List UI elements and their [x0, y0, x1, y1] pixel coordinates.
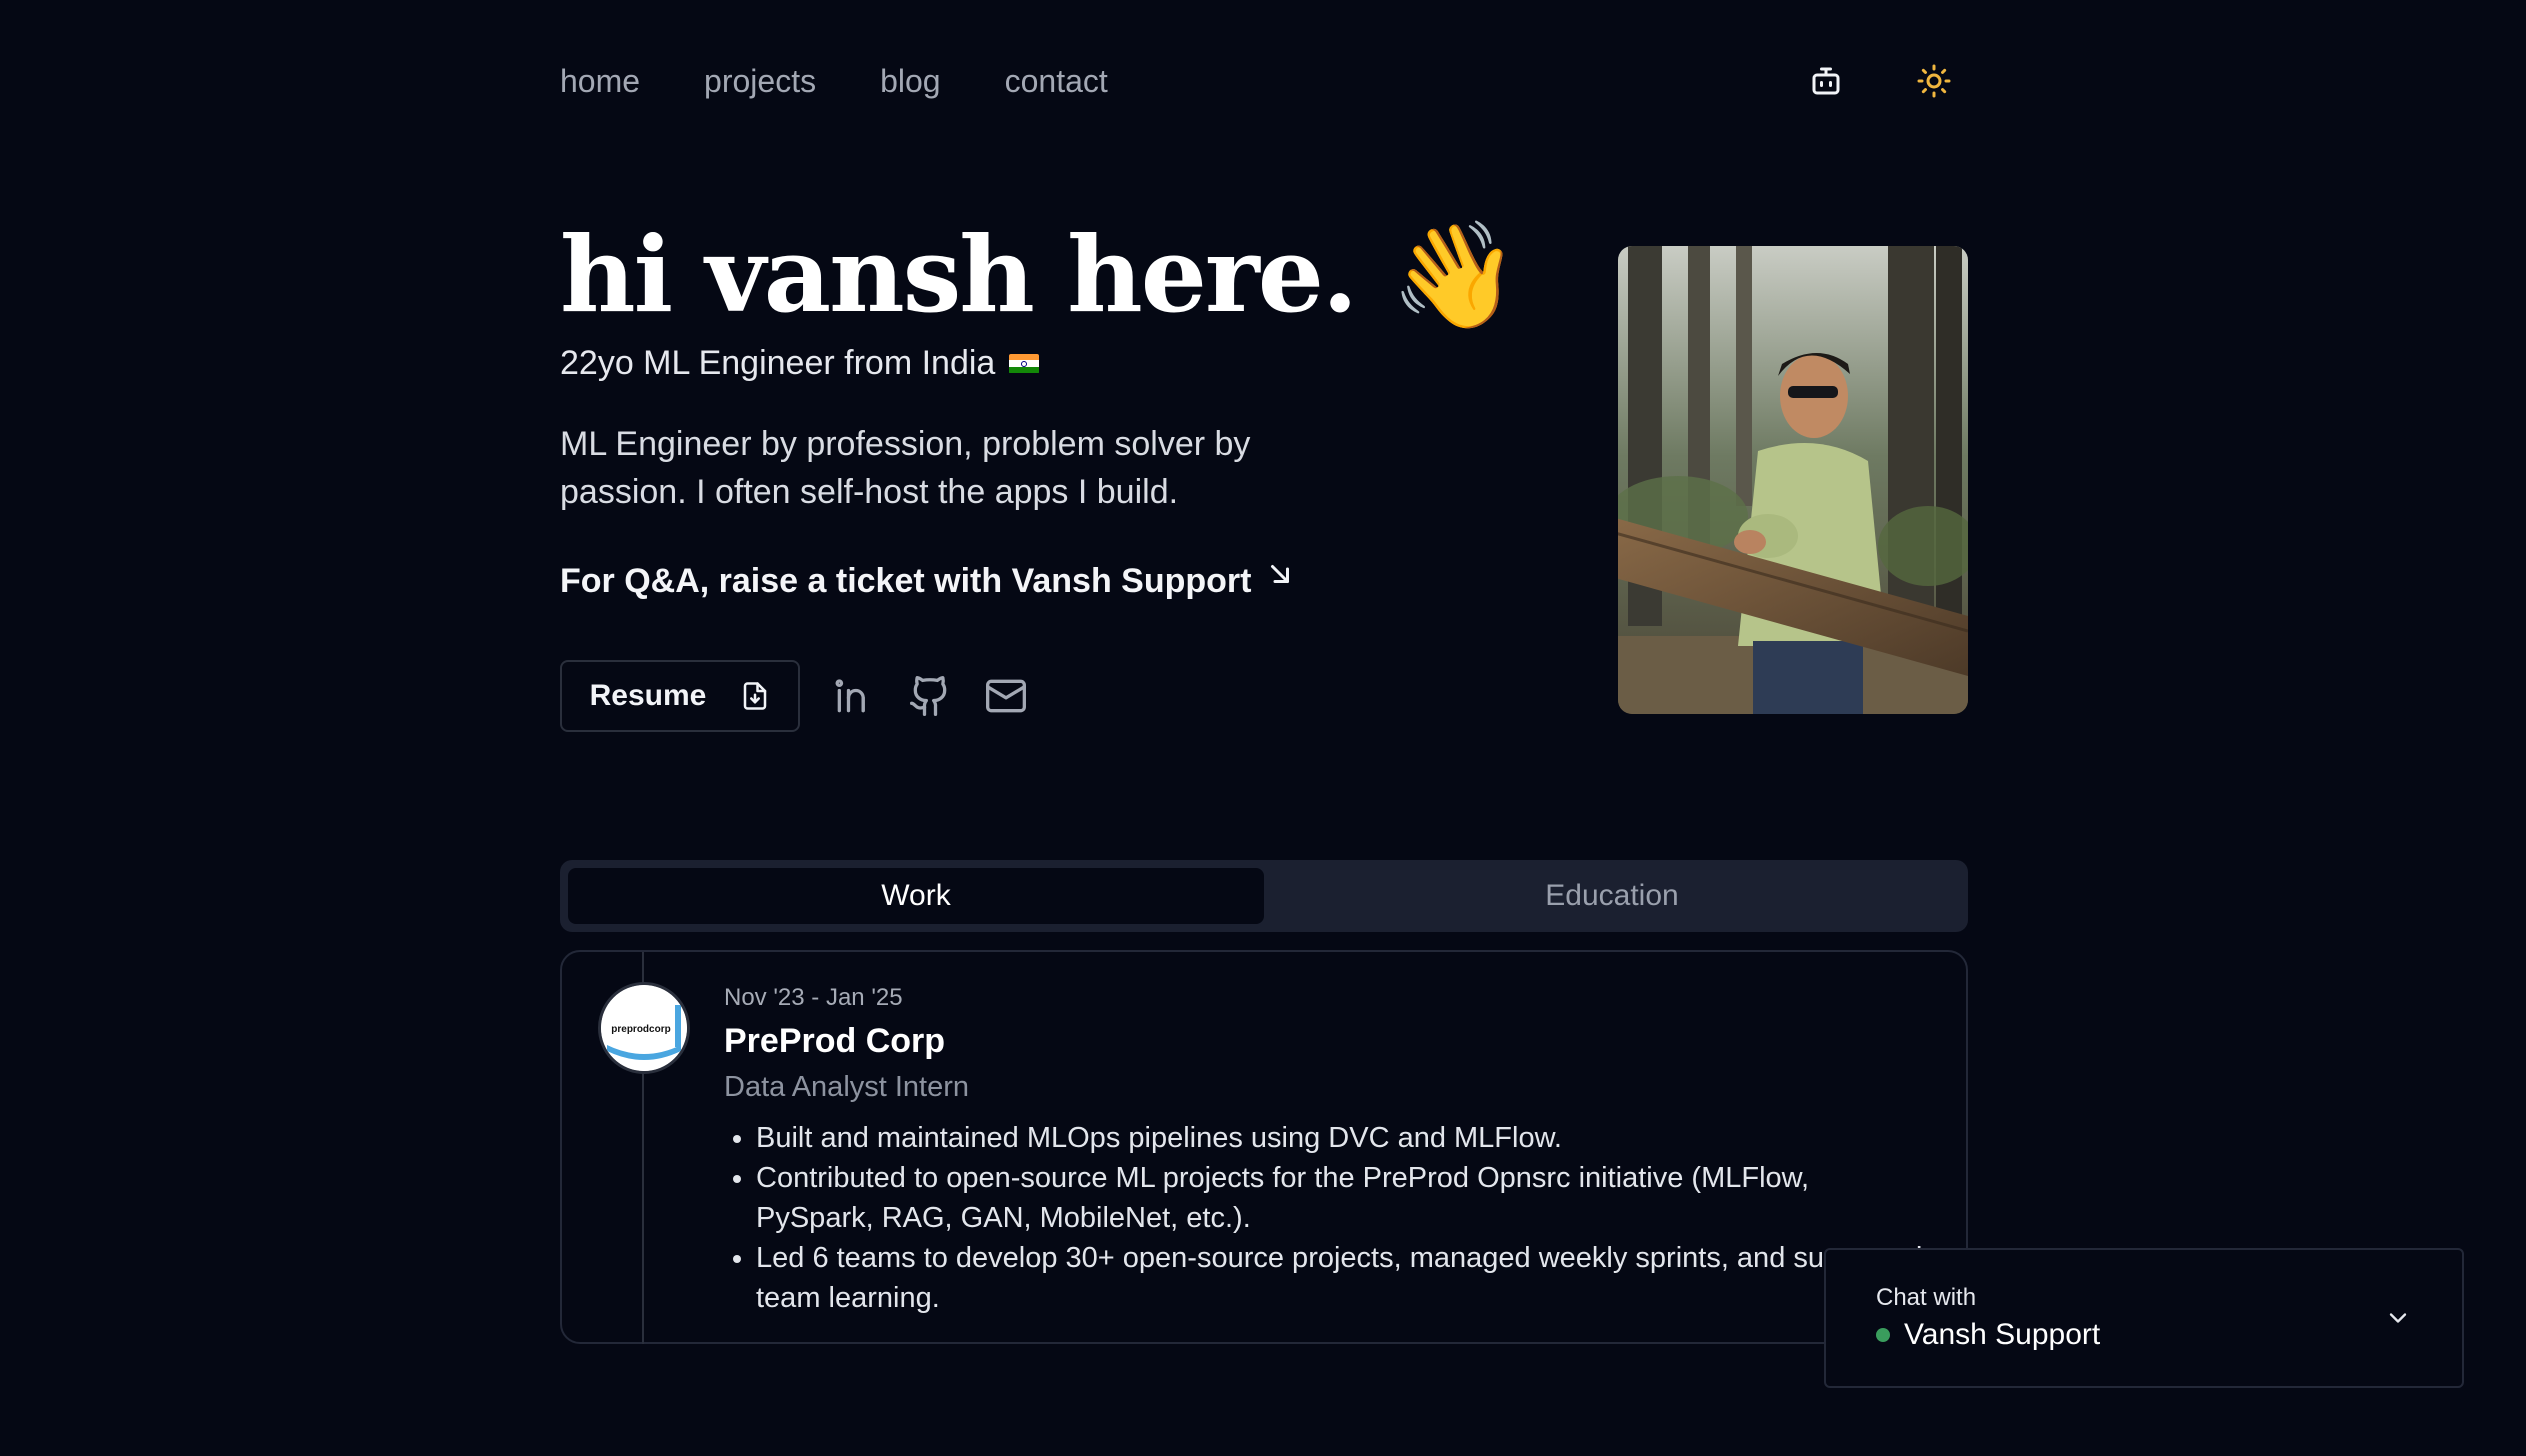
nav-link-projects[interactable]: projects [704, 63, 816, 100]
job-bullet: Built and maintained MLOps pipelines usi… [756, 1118, 1924, 1158]
company-logo: preprodcorp [598, 982, 690, 1074]
job-role: Data Analyst Intern [724, 1071, 970, 1103]
github-icon[interactable] [908, 674, 952, 718]
bot-icon[interactable] [1808, 63, 1844, 99]
hero-bio: ML Engineer by profession, problem solve… [560, 425, 1251, 511]
resume-button[interactable]: Resume [560, 660, 800, 732]
chat-name-text: Vansh Support [1904, 1318, 2101, 1351]
file-download-icon [744, 682, 767, 710]
page: home projects blog contact hi vansh here… [0, 0, 2526, 1456]
top-nav: home projects blog contact [560, 56, 1968, 106]
hero-title-text: hi vansh here. [560, 213, 1358, 336]
nav-links: home projects blog contact [560, 63, 1108, 100]
profile-photo-image [1618, 246, 1968, 714]
job-bullet: Contributed to open-source ML projects f… [756, 1158, 1924, 1238]
job-bullets: Built and maintained MLOps pipelines usi… [724, 1118, 1924, 1318]
chat-name: Vansh Support [1876, 1318, 2100, 1352]
india-flag-icon [1009, 353, 1040, 374]
chat-label: Chat with [1876, 1284, 1977, 1311]
chat-widget[interactable]: Chat with Vansh Support [1824, 1248, 2464, 1388]
chevron-down-icon[interactable] [2384, 1304, 2412, 1332]
tab-work[interactable]: Work [568, 868, 1264, 924]
job-entry: Nov '23 - Jan '25 PreProd Corp Data Anal… [724, 984, 1924, 1318]
experience-tabs: Work Education [560, 860, 1968, 932]
mail-icon[interactable] [984, 674, 1028, 718]
job-dates: Nov '23 - Jan '25 [724, 984, 903, 1011]
resume-label: Resume [589, 679, 707, 712]
nav-link-home[interactable]: home [560, 63, 640, 100]
hero-subtitle: 22yo ML Engineer from India [560, 344, 1040, 383]
job-company: PreProd Corp [724, 1022, 946, 1060]
wave-emoji: 👋 [1390, 214, 1519, 336]
nav-link-contact[interactable]: contact [1005, 63, 1108, 100]
nav-link-blog[interactable]: blog [880, 63, 941, 100]
company-logo-text: preprodcorp [611, 1024, 670, 1035]
experience-card: preprodcorp Nov '23 - Jan '25 PreProd Co… [560, 950, 1968, 1344]
sun-icon[interactable] [1916, 63, 1952, 99]
job-bullet: Led 6 teams to develop 30+ open-source p… [756, 1238, 1924, 1318]
hero-title: hi vansh here. 👋 [560, 210, 1520, 340]
online-status-dot [1876, 1328, 1890, 1342]
qa-text: For Q&A, raise a ticket with Vansh Suppo… [560, 562, 1252, 600]
nav-icons [1808, 56, 1968, 106]
tab-education[interactable]: Education [1264, 868, 1960, 924]
arrow-down-right-icon [1271, 564, 1290, 583]
hero-subtitle-text: 22yo ML Engineer from India [560, 344, 996, 382]
qa-link[interactable]: For Q&A, raise a ticket with Vansh Suppo… [560, 562, 1295, 601]
linkedin-icon[interactable] [832, 674, 876, 718]
hero-actions: Resume [560, 660, 1028, 732]
profile-photo [1618, 246, 1968, 714]
